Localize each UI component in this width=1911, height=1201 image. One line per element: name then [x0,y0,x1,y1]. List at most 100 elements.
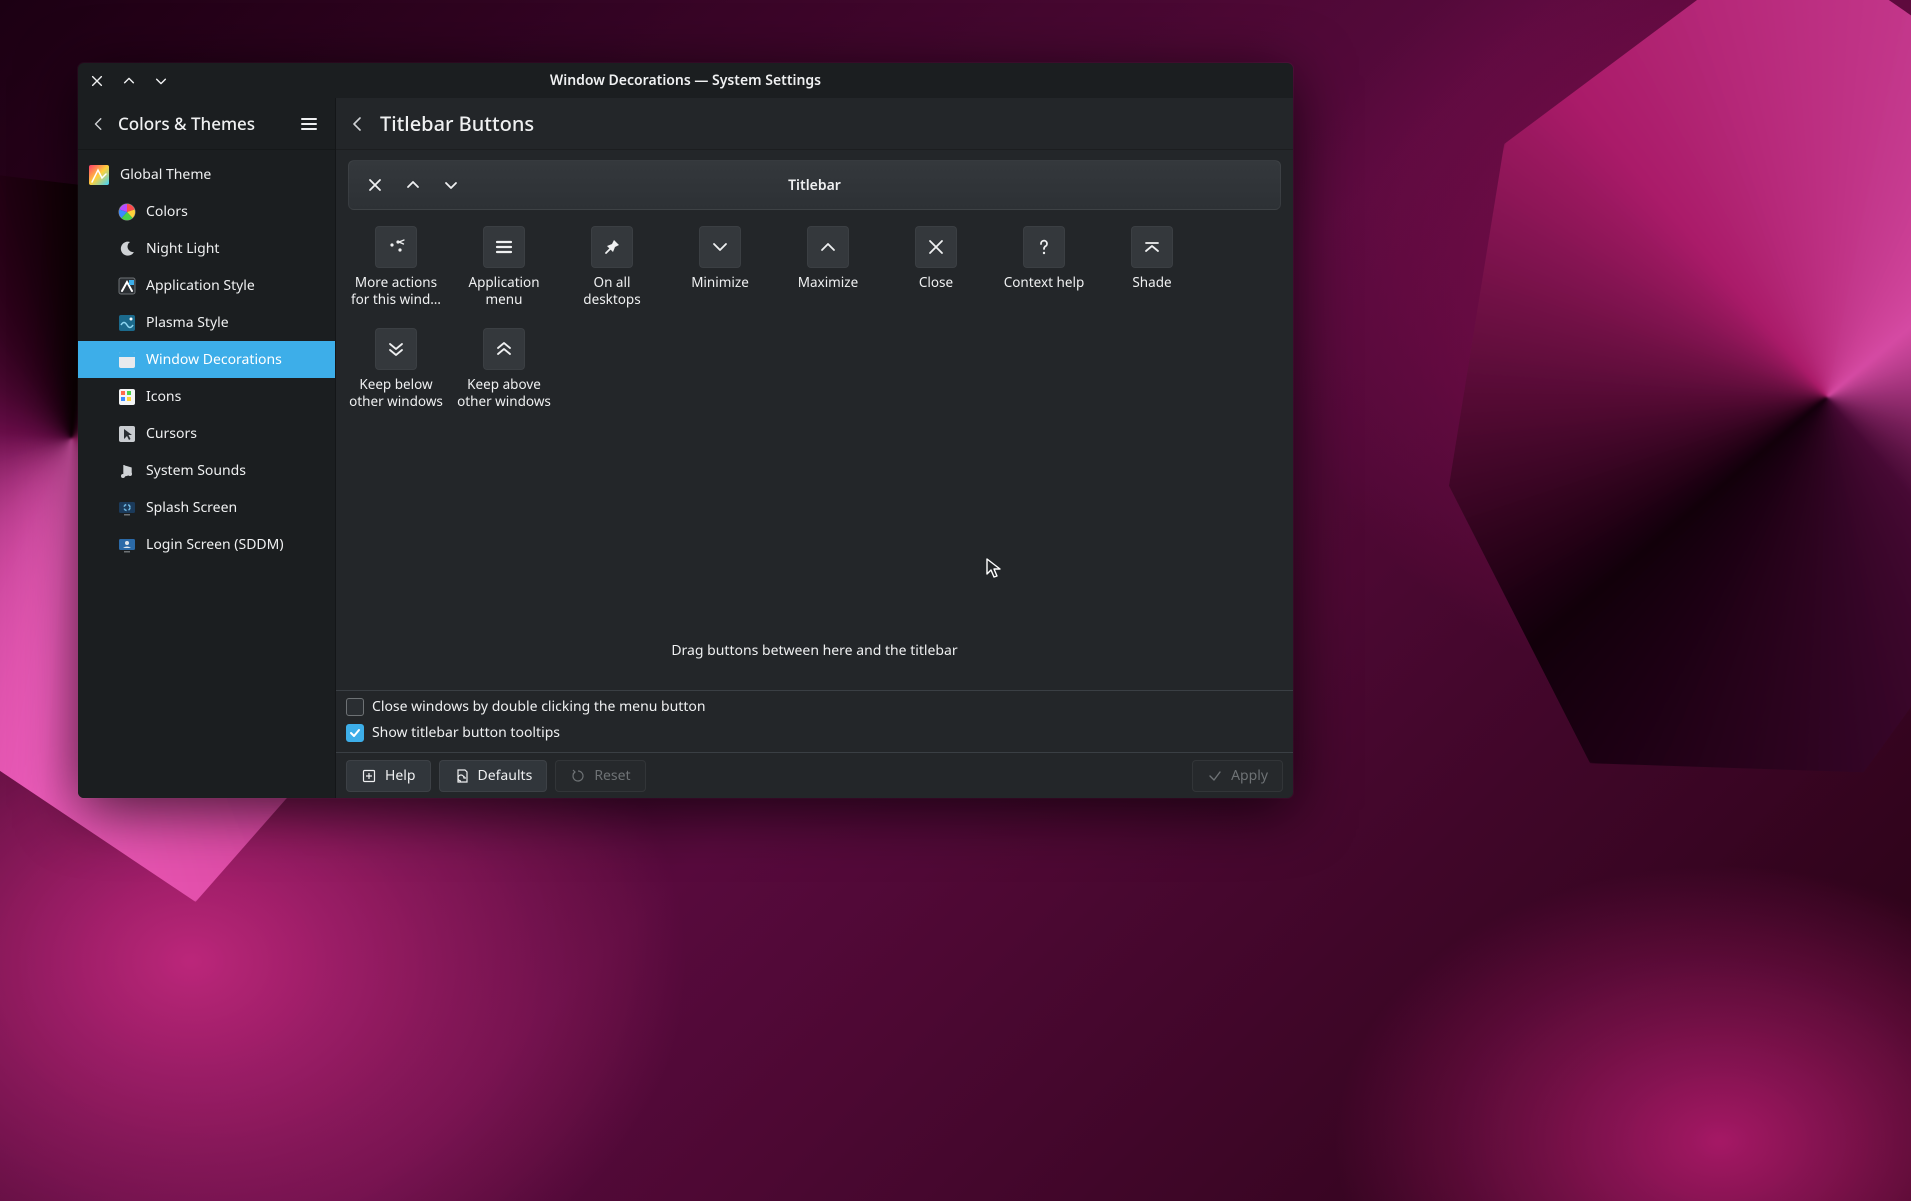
login-screen-icon [118,536,136,554]
system-settings-window: Window Decorations — System Settings Col… [78,63,1293,798]
preview-keep-below-button[interactable] [441,175,461,195]
content-body: Titlebar More actions for this wind… Appl… [336,150,1293,798]
button-palette[interactable]: More actions for this wind… Application m… [336,210,1293,420]
palette-item-label: Keep above other windows [456,376,552,410]
titlebar-preview-label: Titlebar [349,176,1280,195]
preview-close-button[interactable] [365,175,385,195]
sidebar-item-window-decorations[interactable]: Window Decorations [78,341,335,378]
application-style-icon [118,277,136,295]
icons-icon [118,388,136,406]
sidebar-item-label: Colors [146,202,188,221]
palette-item-label: Minimize [691,274,749,291]
checkbox[interactable] [346,698,364,716]
palette-item-context-help[interactable]: Context help [996,226,1092,308]
double-chevron-up-icon[interactable] [483,328,525,370]
preview-keep-above-button[interactable] [403,175,423,195]
palette-item-label: Application menu [456,274,552,308]
sidebar-item-label: Splash Screen [146,498,237,517]
shade-icon[interactable] [1131,226,1173,268]
window-body: Colors & Themes Global Theme Colors Night … [78,98,1293,798]
splash-screen-icon [118,499,136,517]
sidebar-item-night-light[interactable]: Night Light [78,230,335,267]
palette-item-label: Keep below other windows [348,376,444,410]
option-show-tooltips[interactable]: Show titlebar button tooltips [346,723,1283,742]
sidebar-item-label: Cursors [146,424,197,443]
content-back-button[interactable] [350,116,366,132]
palette-item-app-menu[interactable]: Application menu [456,226,552,308]
apply-button: Apply [1192,760,1283,792]
colors-icon [118,203,136,221]
sidebar-item-splash-screen[interactable]: Splash Screen [78,489,335,526]
plasma-style-icon [118,314,136,332]
hamburger-icon[interactable] [483,226,525,268]
system-sounds-icon [118,462,136,480]
defaults-button-label: Defaults [478,766,533,785]
reset-button-label: Reset [594,766,630,785]
double-chevron-down-icon[interactable] [375,328,417,370]
palette-item-all-desktops[interactable]: On all desktops [564,226,660,308]
sidebar: Colors & Themes Global Theme Colors Night … [78,98,336,798]
palette-item-label: Shade [1132,274,1171,291]
option-label: Show titlebar button tooltips [372,723,560,742]
palette-item-label: Close [919,274,953,291]
sidebar-item-icons[interactable]: Icons [78,378,335,415]
titlebar-preview-wrap: Titlebar [336,150,1293,210]
sidebar-item-login-screen[interactable]: Login Screen (SDDM) [78,526,335,563]
chevron-down-icon[interactable] [699,226,741,268]
palette-hint: Drag buttons between here and the titleb… [336,635,1293,690]
sidebar-item-label: Application Style [146,276,255,295]
sidebar-item-label: Login Screen (SDDM) [146,535,284,554]
window-decorations-icon [118,351,136,369]
page-title: Titlebar Buttons [380,110,534,137]
palette-item-minimize[interactable]: Minimize [672,226,768,308]
content-pane: Titlebar Buttons Titlebar [336,98,1293,798]
window-titlebar[interactable]: Window Decorations — System Settings [78,63,1293,98]
palette-item-close[interactable]: Close [888,226,984,308]
palette-spacer [336,420,1293,636]
sidebar-item-plasma-style[interactable]: Plasma Style [78,304,335,341]
footer-toolbar: Help Defaults Reset Apply [336,752,1293,798]
sidebar-item-label: Icons [146,387,181,406]
sidebar-item-system-sounds[interactable]: System Sounds [78,452,335,489]
palette-item-maximize[interactable]: Maximize [780,226,876,308]
chevron-up-icon[interactable] [807,226,849,268]
more-actions-icon[interactable] [375,226,417,268]
sidebar-item-label: System Sounds [146,461,246,480]
titlebar-preview[interactable]: Titlebar [348,160,1281,210]
checkbox[interactable] [346,724,364,742]
palette-item-keep-below[interactable]: Keep below other windows [348,328,444,410]
sidebar-item-label: Plasma Style [146,313,229,332]
sidebar-item-application-style[interactable]: Application Style [78,267,335,304]
window-close-button[interactable] [88,72,106,90]
palette-item-more-actions[interactable]: More actions for this wind… [348,226,444,308]
sidebar-item-global-theme[interactable]: Global Theme [78,156,335,193]
sidebar-breadcrumb[interactable]: Colors & Themes [118,112,285,135]
window-keep-above-button[interactable] [120,72,138,90]
content-header: Titlebar Buttons [336,98,1293,150]
option-close-dbl-click[interactable]: Close windows by double clicking the men… [346,697,1283,716]
sidebar-menu-button[interactable] [295,110,323,138]
palette-item-label: On all desktops [564,274,660,308]
sidebar-item-colors[interactable]: Colors [78,193,335,230]
global-theme-icon [88,164,110,186]
help-button[interactable]: Help [346,760,431,792]
question-icon[interactable] [1023,226,1065,268]
palette-item-keep-above[interactable]: Keep above other windows [456,328,552,410]
sidebar-item-cursors[interactable]: Cursors [78,415,335,452]
reset-button: Reset [555,760,645,792]
window-title: Window Decorations — System Settings [78,71,1293,90]
defaults-button[interactable]: Defaults [439,760,548,792]
cursors-icon [118,425,136,443]
sidebar-back-button[interactable] [90,115,108,133]
window-keep-below-button[interactable] [152,72,170,90]
sidebar-item-label: Global Theme [120,165,211,184]
apply-button-label: Apply [1231,766,1268,785]
options-panel: Close windows by double clicking the men… [336,690,1293,752]
sidebar-header: Colors & Themes [78,98,335,150]
palette-item-label: Context help [1004,274,1085,291]
sidebar-nav-list: Global Theme Colors Night Light Application… [78,150,335,569]
close-icon[interactable] [915,226,957,268]
palette-item-label: More actions for this wind… [348,274,444,308]
palette-item-shade[interactable]: Shade [1104,226,1200,308]
pin-icon[interactable] [591,226,633,268]
